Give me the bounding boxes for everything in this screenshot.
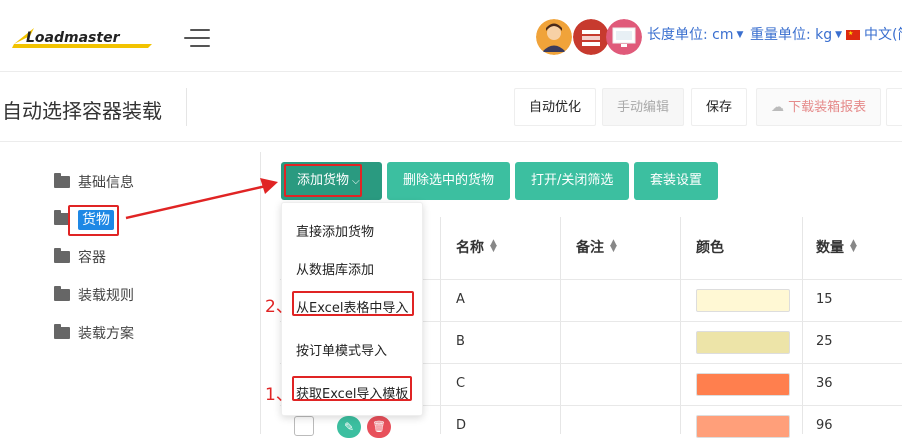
- color-swatch[interactable]: [696, 331, 790, 354]
- cloud-download-icon: ☁: [771, 100, 784, 115]
- more-button[interactable]: [886, 88, 902, 126]
- row-checkbox[interactable]: [294, 416, 314, 436]
- cell-name: A: [456, 292, 465, 307]
- manual-edit-button[interactable]: 手动编辑: [602, 88, 685, 126]
- column-header-color[interactable]: 颜色: [696, 217, 724, 279]
- language-select[interactable]: ★ 中文(简: [846, 24, 902, 44]
- top-bar: Loadmaster 长度单位: cm▼ 重量单位: kg▼ ★ 中文(简: [0, 0, 902, 72]
- folder-icon: [54, 248, 70, 263]
- chevron-down-icon: ▼: [736, 30, 744, 40]
- cell-name: B: [456, 334, 465, 349]
- delete-icon[interactable]: 🗑: [367, 416, 391, 438]
- cell-qty: 36: [816, 376, 833, 391]
- column-header-qty[interactable]: 数量 ▲ ▼: [816, 217, 857, 279]
- color-swatch[interactable]: [696, 373, 790, 396]
- delete-selected-button[interactable]: 删除选中的货物: [387, 162, 511, 200]
- cell-qty: 15: [816, 292, 833, 307]
- page-toolbar: 自动选择容器装载 自动优化 手动编辑 保存 ☁ 下载装箱报表: [0, 72, 902, 142]
- sidebar-item-loading-rules[interactable]: 装载规则: [54, 285, 134, 307]
- length-unit-select[interactable]: 长度单位: cm ▼: [647, 24, 743, 44]
- folder-icon: [54, 286, 70, 301]
- toggle-filter-button[interactable]: 打开/关闭筛选: [515, 162, 630, 200]
- chevron-down-icon: ▼: [835, 30, 843, 40]
- cell-name: C: [456, 376, 466, 391]
- user-avatar-icon[interactable]: [536, 19, 572, 55]
- highlight-box: [68, 205, 119, 236]
- edit-icon[interactable]: ✎: [337, 416, 361, 438]
- cell-qty: 25: [816, 334, 833, 349]
- sort-icon: ▲ ▼: [610, 238, 617, 254]
- download-report-button[interactable]: ☁ 下载装箱报表: [756, 88, 882, 126]
- folder-icon: [54, 173, 70, 188]
- sort-icon: ▲ ▼: [490, 238, 497, 254]
- sort-icon: ▲ ▼: [850, 238, 857, 254]
- highlight-box: [284, 164, 362, 197]
- menu-item-from-database[interactable]: 从数据库添加: [296, 259, 374, 278]
- divider: [186, 88, 187, 126]
- weight-unit-select[interactable]: 重量单位: kg ▼: [750, 24, 842, 44]
- column-header-note[interactable]: 备注 ▲ ▼: [576, 217, 617, 279]
- step-annotation: 2、: [265, 297, 293, 317]
- folder-icon: [54, 324, 70, 339]
- cell-qty: 96: [816, 418, 833, 433]
- page-title: 自动选择容器装载: [2, 99, 162, 123]
- sidebar-item-container[interactable]: 容器: [54, 247, 106, 269]
- menu-toggle-icon[interactable]: [184, 29, 212, 47]
- highlight-box: [292, 376, 412, 401]
- menu-item-direct-add[interactable]: 直接添加货物: [296, 221, 374, 240]
- cell-name: D: [456, 418, 467, 433]
- arrow-icon: [125, 178, 278, 220]
- logo-text: Loadmaster: [26, 30, 121, 46]
- monitor-icon[interactable]: [606, 19, 642, 55]
- color-swatch[interactable]: [696, 289, 790, 312]
- loadmaster-logo[interactable]: Loadmaster: [12, 22, 158, 52]
- column-header-name[interactable]: 名称 ▲ ▼: [456, 217, 497, 279]
- china-flag-icon: ★: [846, 30, 860, 40]
- step-annotation: 1、: [265, 385, 293, 405]
- save-button[interactable]: 保存: [691, 88, 748, 126]
- color-swatch[interactable]: [696, 415, 790, 438]
- highlight-box: [292, 291, 414, 316]
- sidebar-item-loading-plan[interactable]: 装载方案: [54, 323, 134, 345]
- menu-item-order-mode-import[interactable]: 按订单模式导入: [296, 340, 387, 359]
- auto-optimize-button[interactable]: 自动优化: [514, 88, 597, 126]
- packing-settings-button[interactable]: 套装设置: [634, 162, 719, 200]
- stack-icon[interactable]: [573, 19, 609, 55]
